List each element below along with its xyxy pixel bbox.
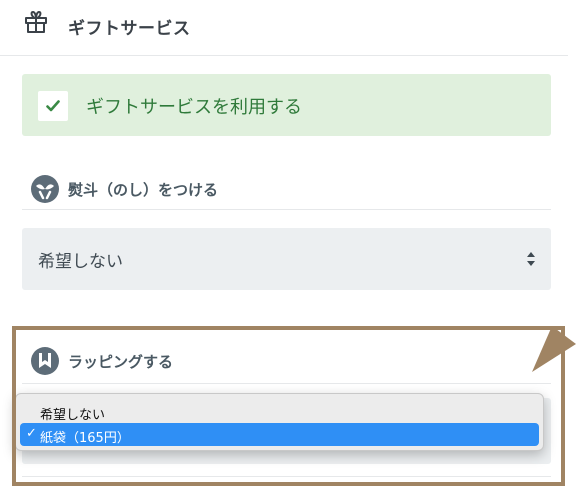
gift-service-header: ギフトサービス [0, 0, 568, 56]
page-title: ギフトサービス [68, 19, 191, 39]
gift-icon [24, 10, 48, 34]
noshi-section-header: 熨斗（のし）をつける [22, 170, 551, 210]
check-icon [46, 100, 60, 112]
noshi-select-value: 希望しない [38, 252, 123, 272]
gift-service-checkbox[interactable] [38, 91, 68, 121]
gift-service-checkbox-row[interactable]: ギフトサービスを利用する [22, 74, 551, 136]
gift-service-label: ギフトサービスを利用する [86, 97, 302, 118]
noshi-heading: 熨斗（のし）をつける [68, 181, 219, 199]
select-updown-icon [525, 249, 537, 269]
highlight-frame [12, 326, 565, 486]
noshi-icon [30, 174, 60, 204]
pointer-arrow-icon [532, 326, 576, 372]
noshi-select[interactable]: 希望しない [22, 228, 551, 290]
